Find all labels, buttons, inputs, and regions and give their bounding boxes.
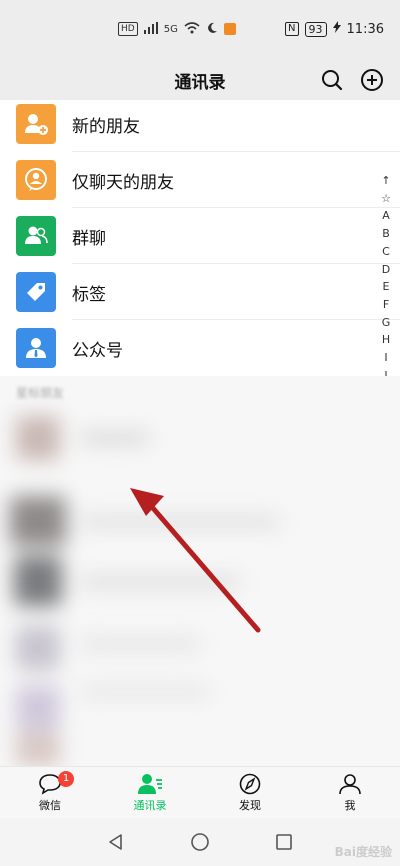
index-item[interactable]: B xyxy=(382,225,390,243)
blurred-avatar xyxy=(16,626,60,670)
signal-icon xyxy=(143,21,158,37)
network-type: 5G xyxy=(163,23,178,35)
index-item[interactable]: A xyxy=(382,207,390,225)
home-circle-icon xyxy=(191,833,209,851)
tab-label: 微信 xyxy=(39,799,61,812)
add-friend-icon xyxy=(16,104,56,144)
system-navigation-bar: Bai度经验 xyxy=(0,818,400,866)
chat-only-friend-icon xyxy=(16,160,56,200)
menu-item-tags[interactable]: 标签 xyxy=(0,264,400,320)
tab-chats[interactable]: 1 微信 xyxy=(0,767,100,819)
menu-item-label: 标签 xyxy=(72,284,106,305)
contacts-menu: 新的朋友 仅聊天的朋友 群聊 标签 公众号 xyxy=(0,96,400,376)
index-item[interactable]: D xyxy=(382,261,390,279)
charging-icon xyxy=(332,21,341,37)
index-item[interactable]: ☆ xyxy=(381,190,391,208)
tab-label: 发现 xyxy=(239,799,261,812)
battery-indicator: 93 xyxy=(304,21,327,37)
clock: 11:36 xyxy=(346,21,384,37)
tag-icon xyxy=(16,272,56,312)
tab-label: 我 xyxy=(344,799,356,812)
index-item[interactable]: H xyxy=(382,331,390,349)
blurred-avatar xyxy=(16,686,60,730)
blurred-avatar xyxy=(14,556,62,606)
blurred-text xyxy=(80,638,200,650)
status-left: HD 5G xyxy=(118,20,236,38)
status-bar: HD 5G N 93 11:36 xyxy=(0,0,400,60)
app-notification-icon xyxy=(223,23,236,35)
search-button[interactable] xyxy=(318,66,346,94)
bottom-tab-bar: 1 微信 通讯录 发现 我 xyxy=(0,766,400,819)
blurred-text xyxy=(80,576,240,588)
recents-square-icon xyxy=(276,834,292,850)
menu-item-official-accounts[interactable]: 公众号 xyxy=(0,320,400,376)
hd-indicator: HD xyxy=(118,22,138,36)
alphabet-index-bar[interactable]: ↑ ☆ A B C D E F G H I J xyxy=(378,172,394,384)
blurred-text xyxy=(80,432,150,444)
index-item[interactable]: G xyxy=(382,314,391,332)
compass-icon xyxy=(239,773,261,795)
status-right: N 93 11:36 xyxy=(285,20,384,38)
official-account-icon xyxy=(16,328,56,368)
index-item[interactable]: F xyxy=(383,296,389,314)
index-item[interactable]: ↑ xyxy=(381,172,390,190)
tab-contacts[interactable]: 通讯录 xyxy=(100,767,200,819)
app-header: 通讯录 xyxy=(0,60,400,100)
watermark: Bai度经验 xyxy=(334,845,392,859)
menu-item-label: 仅聊天的朋友 xyxy=(72,172,174,193)
menu-item-new-friends[interactable]: 新的朋友 xyxy=(0,96,400,152)
group-chat-icon xyxy=(16,216,56,256)
search-icon xyxy=(322,70,343,91)
blurred-avatar xyxy=(16,416,60,460)
blurred-text xyxy=(80,686,210,698)
nfc-icon: N xyxy=(285,22,299,36)
moon-icon xyxy=(206,22,218,37)
tab-discover[interactable]: 发现 xyxy=(200,767,300,819)
menu-item-label: 新的朋友 xyxy=(72,116,140,137)
blurred-avatar xyxy=(16,732,60,766)
menu-item-group-chats[interactable]: 群聊 xyxy=(0,208,400,264)
blurred-contacts-list: 星标朋友 xyxy=(0,376,400,766)
profile-icon xyxy=(339,774,361,795)
unread-badge: 1 xyxy=(58,771,74,787)
index-item[interactable]: I xyxy=(384,349,387,367)
home-button[interactable] xyxy=(186,828,214,856)
blurred-text xyxy=(80,516,280,528)
menu-item-label: 群聊 xyxy=(72,228,106,249)
tab-me[interactable]: 我 xyxy=(300,767,400,819)
back-button[interactable] xyxy=(102,828,130,856)
menu-item-chat-only-friends[interactable]: 仅聊天的朋友 xyxy=(0,152,400,208)
add-button[interactable] xyxy=(358,66,386,94)
back-triangle-icon xyxy=(109,834,122,850)
blurred-avatar xyxy=(10,496,66,546)
index-item[interactable]: C xyxy=(382,243,390,261)
contacts-icon xyxy=(138,774,162,794)
menu-item-label: 公众号 xyxy=(72,340,123,361)
blurred-content xyxy=(0,376,400,766)
recents-button[interactable] xyxy=(270,828,298,856)
wifi-icon xyxy=(184,21,200,37)
index-item[interactable]: E xyxy=(383,278,390,296)
plus-circle-icon xyxy=(361,69,383,91)
tab-label: 通讯录 xyxy=(133,799,167,812)
